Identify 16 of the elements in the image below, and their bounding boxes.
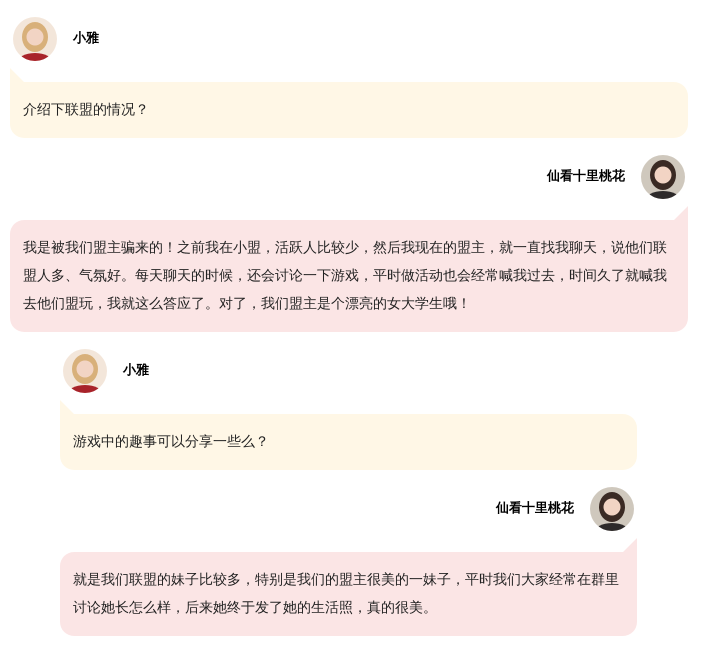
message-bubble: 游戏中的趣事可以分享一些么？ <box>60 414 637 470</box>
sender-name: 小雅 <box>73 30 99 48</box>
bubble-tail <box>10 68 24 82</box>
message-bubble: 我是被我们盟主骗来的！之前我在小盟，活跃人比较少，然后我现在的盟主，就一直找我聊天，说他们联盟人多、气氛好。每天聊天的时候，还会讨论一下游戏，平时做活动也会经常喊我过去，时间久了就喊我去他们盟玩，我就这么答应了。对了，我们盟主是个漂亮的女大学生哦！ <box>10 220 688 332</box>
avatar <box>641 155 685 199</box>
sender-name: 仙看十里桃花 <box>547 168 625 186</box>
bubble-tail <box>674 206 688 220</box>
sender-name: 小雅 <box>123 362 149 380</box>
bubble-tail <box>60 400 74 414</box>
avatar <box>590 487 634 531</box>
message-bubble: 介绍下联盟的情况？ <box>10 82 688 138</box>
message-bubble: 就是我们联盟的妹子比较多，特别是我们的盟主很美的一妹子，平时我们大家经常在群里讨论她长怎么样，后来她终于发了她的生活照，真的很美。 <box>60 552 637 636</box>
avatar <box>13 17 57 61</box>
bubble-tail <box>623 538 637 552</box>
avatar <box>63 349 107 393</box>
sender-name: 仙看十里桃花 <box>496 500 574 518</box>
